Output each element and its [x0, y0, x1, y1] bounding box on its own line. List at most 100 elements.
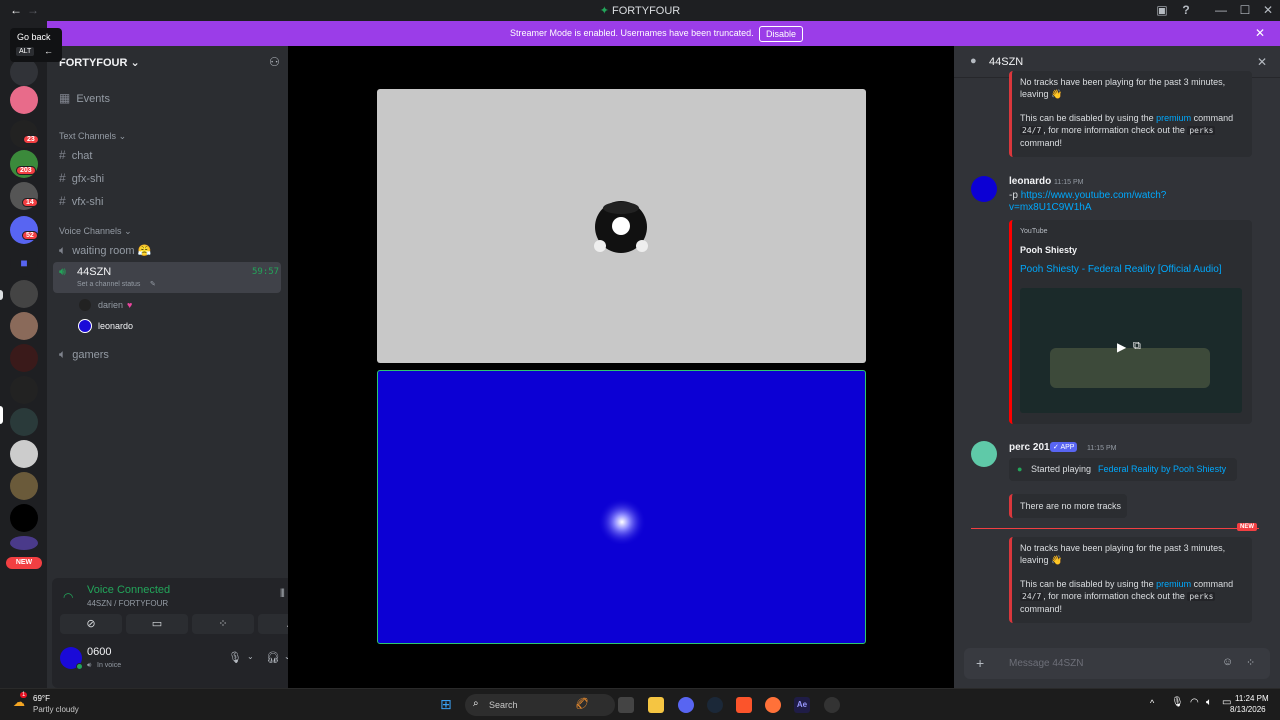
avatar[interactable] [971, 176, 997, 202]
microphone-tray-icon[interactable]: 🎙︎ [1171, 697, 1184, 708]
voice-user-darien[interactable]: darien [98, 300, 123, 310]
task-view-icon[interactable] [618, 697, 634, 713]
youtube-link[interactable]: v=mx8U1C9W1hA [1009, 202, 1092, 213]
message-input[interactable]: Message 44SZN [1009, 658, 1083, 669]
file-explorer-icon[interactable] [648, 697, 664, 713]
server-icon-10[interactable] [10, 376, 38, 404]
channel-label: gfx-shi [71, 173, 105, 185]
voice-channels-category[interactable]: Voice Channels ⌄ [59, 226, 132, 237]
server-icon-8[interactable] [10, 312, 38, 340]
embed-author[interactable]: Pooh Shiesty [1020, 245, 1077, 255]
arrow-left-icon: ← [44, 46, 53, 56]
voice-channel-44szn[interactable]: 🔊︎ 44SZN 59:57 Set a channel status ✎ [53, 262, 281, 293]
volume-icon[interactable]: 🔈︎ [1206, 697, 1212, 708]
speaker-small-icon: 🔊︎ [87, 662, 92, 669]
server-icon-14[interactable] [10, 536, 38, 550]
user-status: In voice [97, 662, 122, 669]
voice-location[interactable]: 44SZN / FORTYFOUR [87, 599, 168, 608]
username: 0600 [87, 646, 112, 658]
add-attachment-icon[interactable]: + [976, 655, 984, 671]
avatar[interactable] [971, 441, 997, 467]
thumbnail-couch [1050, 348, 1210, 388]
signal-icon[interactable]: ◠ [63, 590, 73, 604]
youtube-link[interactable]: https://www.youtube.com/watch? [1021, 190, 1167, 201]
track-link[interactable]: Federal Reality by Pooh Shiesty [1098, 464, 1226, 474]
video-thumbnail[interactable]: ▶ ⧉ [1020, 288, 1242, 413]
taskbar-search[interactable]: ⌕ Search 🏈︎ [465, 694, 615, 716]
help-icon[interactable]: ? [1178, 3, 1194, 17]
microphone-icon[interactable]: 🎙︎ [228, 651, 242, 664]
emoji-icon[interactable]: ☺ [1222, 656, 1233, 668]
channel-gfx-shi[interactable]: # gfx-shi [59, 171, 104, 185]
server-header[interactable]: FORTYFOUR ⌄ [59, 56, 140, 69]
clock-date[interactable]: 8/13/2026 [1230, 705, 1266, 714]
voice-channel-waiting-room[interactable]: 🔈︎ waiting room 😤 [59, 243, 151, 258]
premium-link[interactable]: premium [1156, 579, 1191, 589]
windows-start-icon[interactable]: ⊞ [440, 696, 452, 713]
heart-icon: ♥ [127, 300, 133, 310]
message-author[interactable]: leonardo [1009, 176, 1051, 187]
chevron-up-icon[interactable]: ^ [1150, 698, 1154, 708]
embed-text: No tracks have been playing for the past… [1020, 542, 1250, 566]
message-author[interactable]: perc 201 [1009, 442, 1050, 453]
go-back-tooltip: Go back ALT ← [10, 28, 62, 62]
voice-user-leonardo[interactable]: leonardo [98, 321, 133, 331]
obs-icon[interactable] [824, 697, 840, 713]
activities-button[interactable]: ⁘ [192, 614, 254, 634]
server-icon-9[interactable] [10, 344, 38, 372]
minimize-button[interactable]: — [1213, 3, 1229, 17]
voice-channel-gamers[interactable]: 🔈︎ gamers [59, 347, 109, 362]
app-tag-label: APP [1060, 444, 1075, 451]
embed-title-link[interactable]: Pooh Shiesty - Federal Reality [Official… [1020, 264, 1222, 275]
channel-chat[interactable]: # chat [59, 148, 92, 162]
set-channel-status[interactable]: Set a channel status [77, 281, 140, 288]
participant-tile-leonardo[interactable] [377, 370, 866, 644]
inbox-icon[interactable]: ▣ [1154, 3, 1170, 17]
chevron-down-icon[interactable]: ⌄ [247, 652, 254, 661]
server-icon-fortyfour[interactable] [10, 408, 38, 436]
steam-icon[interactable] [707, 697, 723, 713]
camera-off-button[interactable]: ⊘ [60, 614, 122, 634]
app-tag: ✓ APP [1050, 442, 1078, 452]
wifi-icon[interactable]: ◠ [1190, 697, 1199, 708]
events-item[interactable]: ▦ Events [59, 91, 110, 105]
server-icon-1[interactable] [10, 58, 38, 86]
play-icon[interactable]: ▶ [1117, 340, 1126, 354]
after-effects-icon[interactable]: Ae [794, 697, 810, 713]
discord-icon[interactable] [678, 697, 694, 713]
speaker-icon: 🔈︎ [59, 243, 67, 257]
disable-streamer-mode-button[interactable]: Disable [759, 26, 804, 42]
firefox-icon[interactable] [765, 697, 781, 713]
clock-time[interactable]: 11:24 PM [1235, 694, 1269, 703]
embed-text: This can be disabled by using the premiu… [1020, 578, 1250, 615]
voice-status: Voice Connected [87, 584, 171, 596]
invite-icon[interactable]: ⚇ [269, 55, 280, 69]
server-icon-11[interactable] [10, 440, 38, 468]
noise-suppression-icon[interactable]: ⦀ [280, 588, 285, 601]
folder-icon[interactable]: ■ [10, 249, 38, 277]
server-icon-12[interactable] [10, 472, 38, 500]
server-icon-13[interactable] [10, 504, 38, 532]
screen-share-icon: ▭ [151, 618, 163, 630]
server-icon-2[interactable] [10, 86, 38, 114]
screen-share-button[interactable]: ▭ [126, 614, 188, 634]
new-unreads-pill[interactable]: NEW [6, 557, 42, 569]
headphones-icon[interactable]: 🎧︎ [266, 651, 280, 664]
close-button[interactable]: ✕ [1260, 3, 1276, 17]
server-icon-7[interactable] [10, 280, 38, 308]
apps-icon[interactable]: ⁘ [1246, 656, 1255, 669]
close-icon[interactable]: ✕ [1257, 55, 1267, 69]
mention-badge: 23 [23, 135, 39, 144]
premium-link[interactable]: premium [1156, 113, 1191, 123]
tooltip-text: Go back [17, 32, 51, 42]
participant-tile-darien[interactable] [377, 89, 866, 363]
maximize-button[interactable]: ☐ [1237, 3, 1253, 17]
brave-icon[interactable] [736, 697, 752, 713]
weather-temp[interactable]: 69°F [33, 694, 50, 703]
code-span: perks [1187, 592, 1216, 601]
text-channels-category[interactable]: Text Channels ⌄ [59, 131, 126, 142]
channel-label: chat [71, 150, 93, 162]
open-external-icon[interactable]: ⧉ [1133, 340, 1141, 353]
channel-vfx-shi[interactable]: # vfx-shi [59, 194, 103, 208]
banner-close-icon[interactable]: ✕ [1255, 26, 1265, 40]
